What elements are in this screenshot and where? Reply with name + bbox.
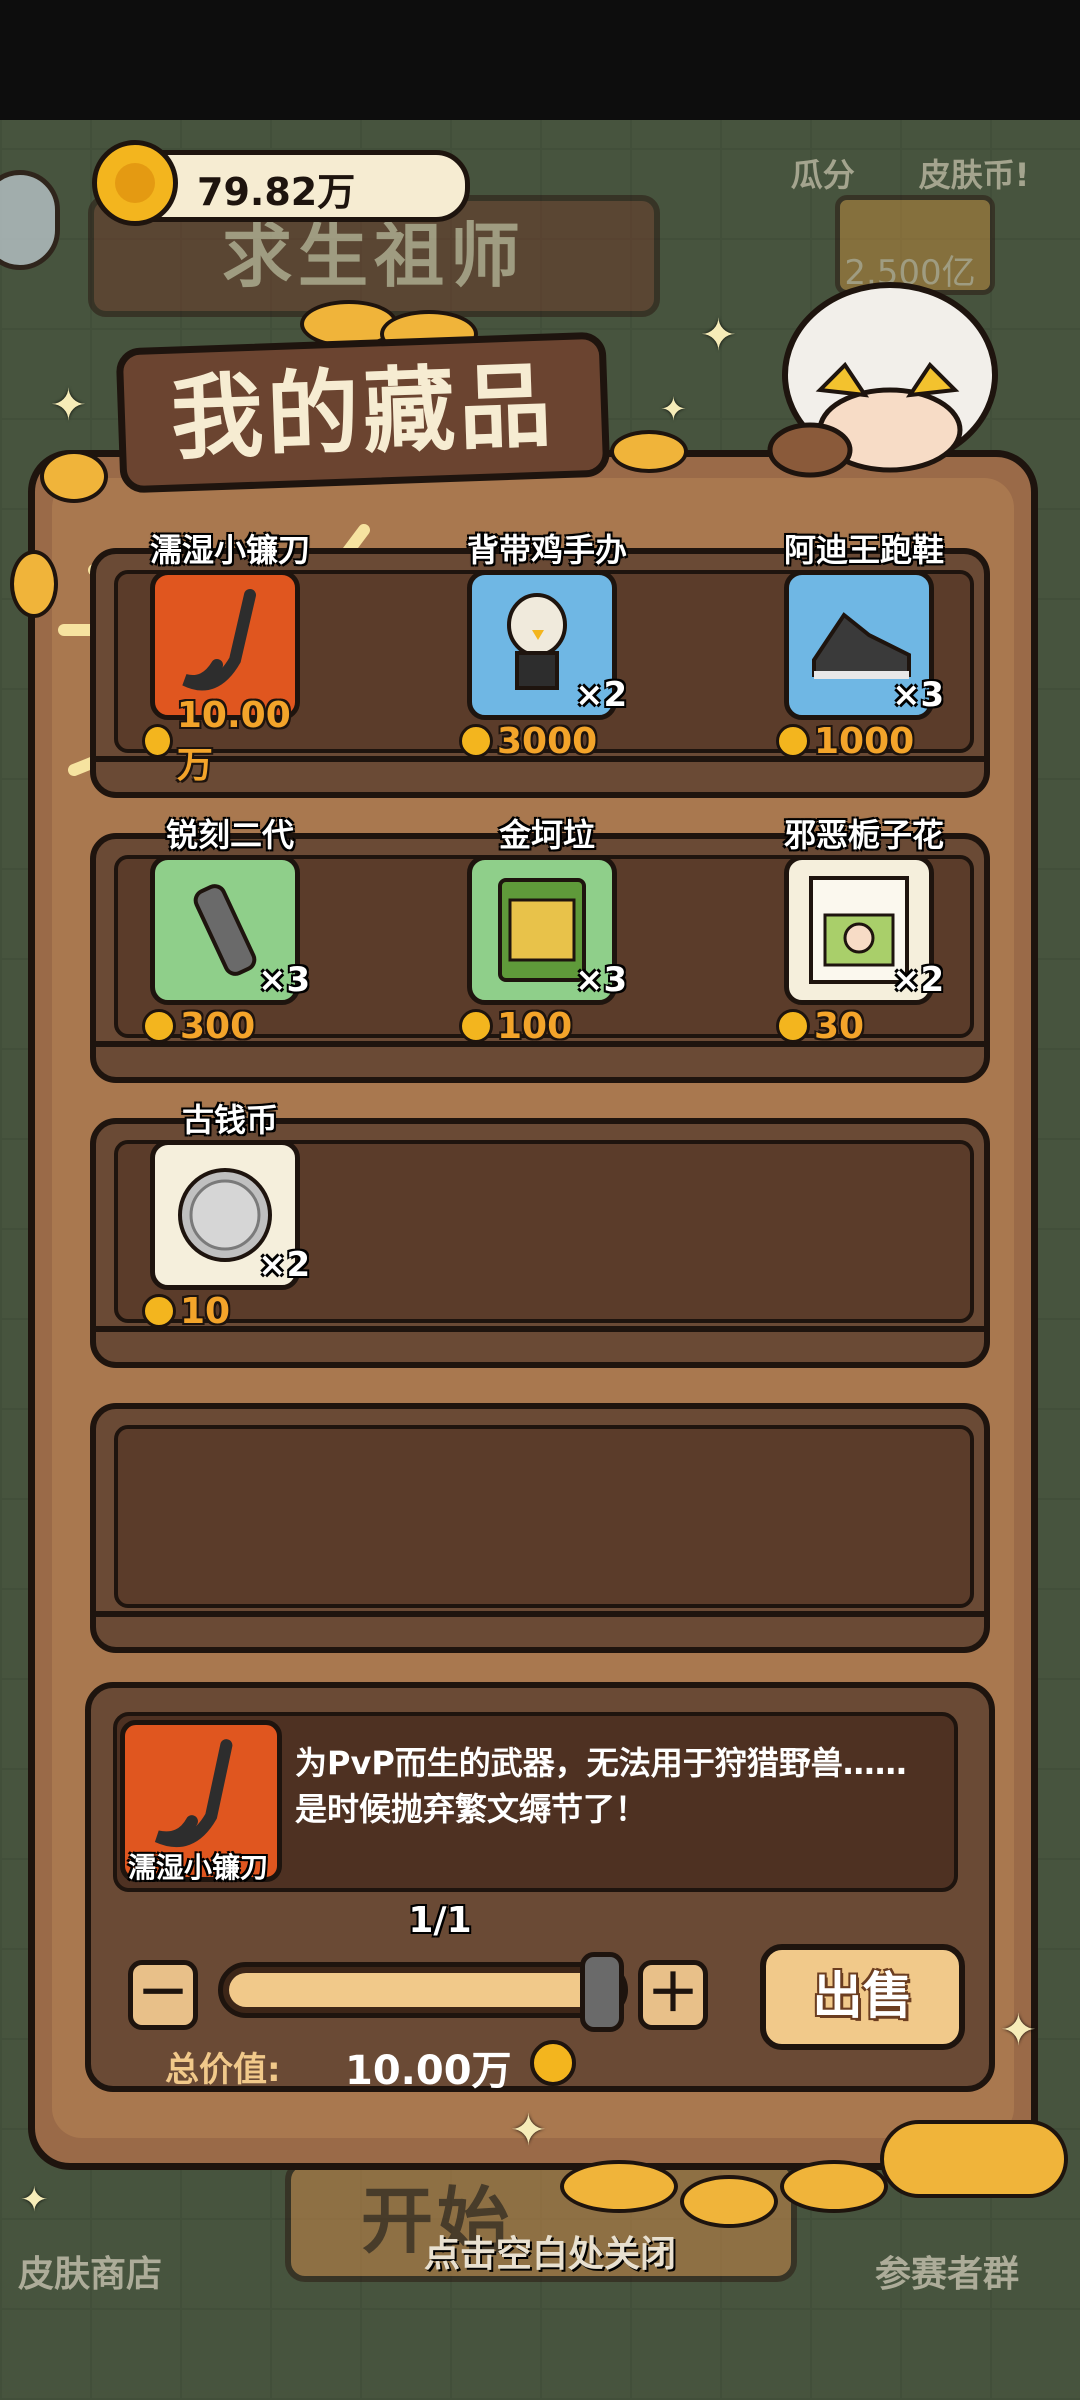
quantity-slider[interactable]	[218, 1962, 628, 2018]
menu-face-icon[interactable]	[0, 170, 60, 270]
status-bar	[0, 0, 1080, 120]
total-value-label: 总价值:	[165, 2050, 281, 2090]
slider-handle[interactable]	[580, 1952, 624, 2032]
decrease-button[interactable]: －	[128, 1960, 198, 2030]
close-hint[interactable]: 点击空白处关闭	[380, 2225, 720, 2277]
sell-button[interactable]: 出售	[760, 1944, 965, 2050]
increase-button[interactable]: ＋	[638, 1960, 708, 2030]
item-description: 为PvP而生的武器，无法用于狩猎野兽……是时候抛弃繁文缛节了！	[295, 1744, 907, 1828]
coin-icon	[459, 1009, 493, 1043]
slider-fill	[229, 1973, 599, 2007]
coin-icon	[92, 140, 178, 226]
page-indicator: 1/1	[408, 1900, 472, 1941]
coin-icon	[530, 2040, 576, 2086]
skin-shop-link[interactable]: 皮肤商店	[18, 2245, 162, 2297]
panel-title: 我的藏品	[115, 331, 611, 494]
participants-group-link[interactable]: 参赛者群	[875, 2245, 1019, 2297]
sparkle-icon: ✦	[50, 380, 87, 431]
shelf	[90, 1403, 990, 1653]
detail-item-name: 濡湿小镰刀	[127, 1851, 268, 1884]
coin-icon	[776, 1009, 810, 1043]
coin-icon	[142, 1294, 176, 1328]
coin-icon	[142, 1009, 176, 1043]
coin-icon	[142, 724, 173, 758]
total-value: 10.00万	[345, 2048, 512, 2094]
coin-icon	[459, 724, 493, 758]
coin-icon	[776, 724, 810, 758]
mascot-character-icon	[767, 282, 998, 478]
